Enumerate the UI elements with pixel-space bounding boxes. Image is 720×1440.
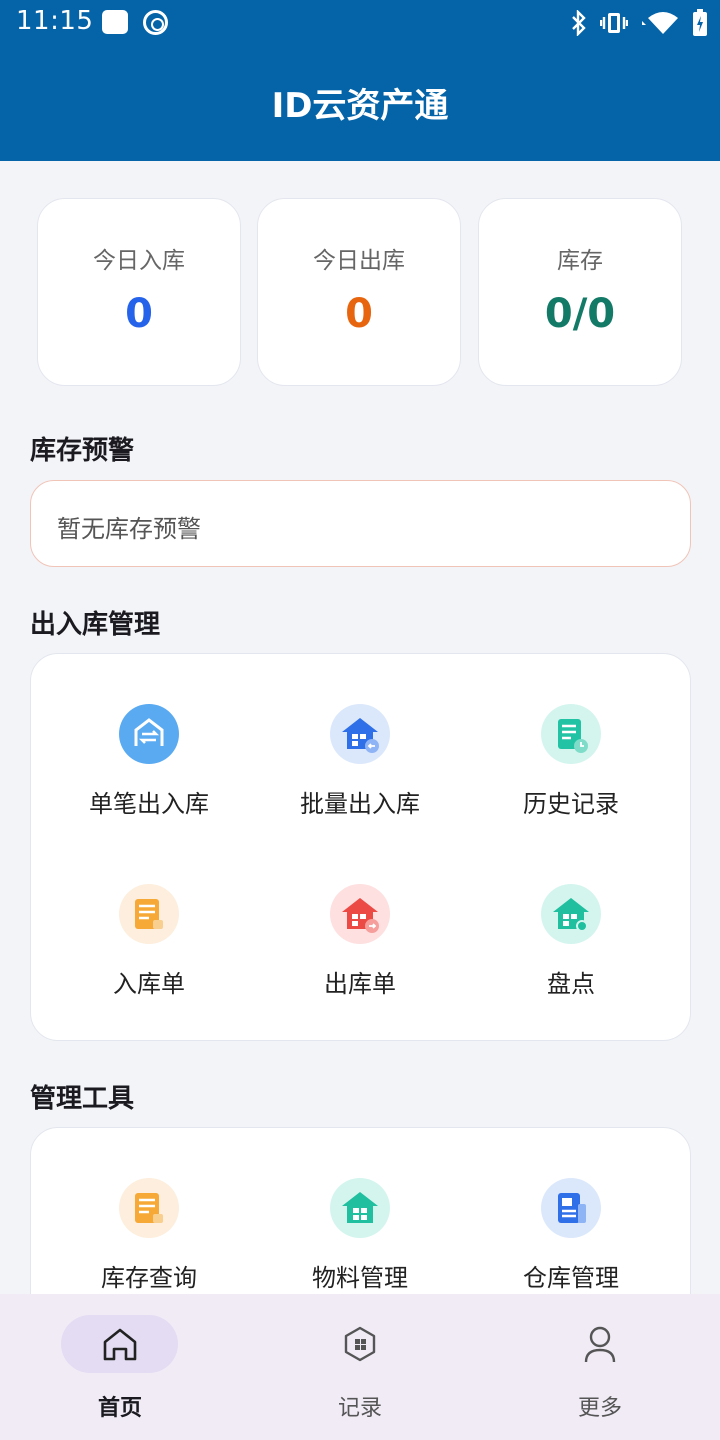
profile-icon [584,1326,616,1363]
material-warehouse-icon [330,1178,390,1238]
nav-label: 更多 [577,1396,622,1421]
records-icon [344,1326,376,1362]
section-title-tools: 管理工具 [30,1084,135,1114]
tile-label: 出库单 [324,970,396,998]
stock-query-icon [119,1178,179,1238]
nav-label: 首页 [97,1396,142,1421]
tile-outbound-order[interactable]: 出库单 [250,884,470,999]
inventory-check-icon [541,884,601,944]
inout-panel: 单笔出入库 批量出入库 历史记录 入库单 出库单 盘点 [30,653,691,1041]
app-header: 11:15 ID云资产通 [0,0,720,161]
tile-label: 批量出入库 [300,790,420,818]
tile-label: 库存查询 [101,1264,197,1292]
tile-label: 盘点 [547,970,595,998]
stat-card-inbound-today[interactable]: 今日入库 0 [37,198,241,386]
warehouse-document-icon [541,1178,601,1238]
notification-square-icon [102,10,128,34]
stat-value: 0 [345,291,373,337]
tile-stock-query[interactable]: 库存查询 [39,1178,259,1293]
history-document-icon [541,704,601,764]
vibrate-icon [600,13,628,33]
status-bar: 11:15 [0,0,720,46]
tile-inbound-order[interactable]: 入库单 [39,884,259,999]
bottom-nav: 首页 记录 更多 [0,1294,720,1440]
outbound-warehouse-icon [330,884,390,944]
stat-card-outbound-today[interactable]: 今日出库 0 [257,198,461,386]
warehouse-batch-icon [330,704,390,764]
status-time: 11:15 [16,6,94,36]
stat-card-stock[interactable]: 库存 0/0 [478,198,682,386]
tile-single-inout[interactable]: 单笔出入库 [39,704,259,819]
notification-ring-icon [143,10,168,35]
stat-value: 0/0 [544,291,616,337]
stat-value: 0 [125,291,153,337]
tile-label: 仓库管理 [523,1264,619,1292]
tile-history[interactable]: 历史记录 [461,704,681,819]
home-icon [103,1328,137,1361]
tile-warehouse-management[interactable]: 仓库管理 [461,1178,681,1293]
nav-item-records[interactable]: 记录 [240,1294,480,1440]
nav-item-more[interactable]: 更多 [480,1294,720,1440]
tile-label: 入库单 [113,970,185,998]
alert-empty-text: 暂无库存预警 [57,515,201,543]
stat-label: 今日出库 [313,248,405,274]
warehouse-exchange-icon [119,704,179,764]
nav-label: 记录 [337,1396,382,1421]
tile-batch-inout[interactable]: 批量出入库 [250,704,470,819]
tile-inventory-check[interactable]: 盘点 [461,884,681,999]
wifi-icon [642,12,678,34]
stat-label: 今日入库 [93,248,185,274]
inbound-document-icon [119,884,179,944]
status-icons [570,8,708,38]
bluetooth-icon [572,10,586,36]
tile-material-management[interactable]: 物料管理 [250,1178,470,1293]
tile-label: 历史记录 [523,790,619,818]
section-title-stock-alert: 库存预警 [30,436,135,466]
stock-alert-box: 暂无库存预警 [30,480,691,567]
tile-label: 物料管理 [312,1264,408,1292]
section-title-inout: 出入库管理 [30,610,161,640]
nav-item-home[interactable]: 首页 [0,1294,240,1440]
page-title: ID云资产通 [271,86,449,126]
battery-icon [693,9,707,36]
tile-label: 单笔出入库 [89,790,209,818]
stat-label: 库存 [557,248,603,274]
